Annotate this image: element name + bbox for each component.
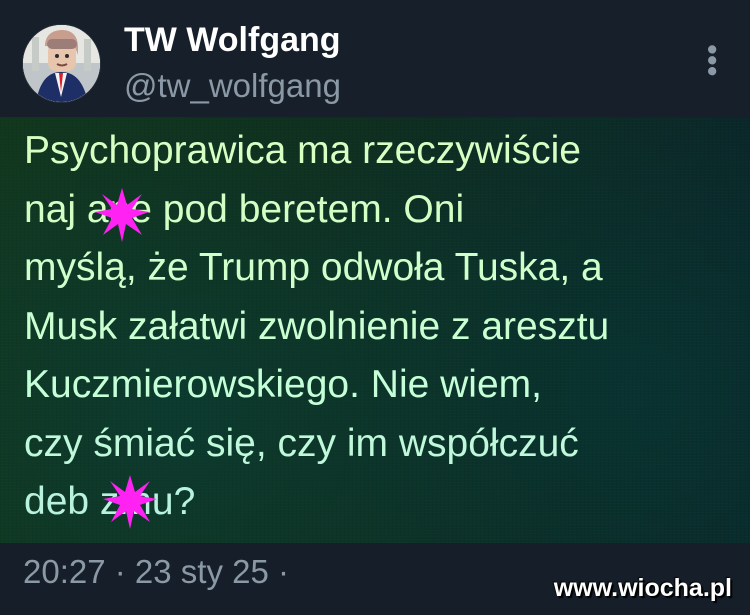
post-text: Psychoprawica ma rzeczywiście naj ane po… xyxy=(24,122,740,532)
magenta-star-censor-icon xyxy=(103,475,157,529)
post-line: czy śmiać się, czy im współczuć xyxy=(24,421,579,465)
post-line: Psychoprawica ma rzeczywiście xyxy=(24,129,581,172)
avatar-illustration xyxy=(23,25,100,102)
post-line: myślą, że Trump odwoła Tuska, a xyxy=(24,246,603,289)
tweet-screenshot: TW Wolfgang @tw_wolfgang ••• Psychoprawi… xyxy=(0,0,750,615)
tweet-timestamp[interactable]: 20:27 · 23 sty 25 · xyxy=(23,552,289,592)
author-handle[interactable]: @tw_wolfgang xyxy=(124,66,341,106)
more-vertical-icon[interactable]: ••• xyxy=(695,44,730,77)
tweet-media-text-block: Psychoprawica ma rzeczywiście naj ane po… xyxy=(0,117,750,543)
profile-avatar-icon[interactable] xyxy=(23,25,100,102)
site-watermark: www.wiocha.pl xyxy=(553,574,732,602)
author-name[interactable]: TW Wolfgang xyxy=(124,20,341,60)
tweet-header: TW Wolfgang @tw_wolfgang ••• xyxy=(0,0,750,118)
magenta-star-censor-icon xyxy=(95,188,149,242)
magenta-star-censor-icon xyxy=(103,475,157,529)
post-line: Musk załatwi zwolnienie z aresztu xyxy=(24,304,610,348)
magenta-star-censor-icon xyxy=(95,188,149,242)
post-line: Kuczmierowskiego. Nie wiem, xyxy=(24,363,542,406)
